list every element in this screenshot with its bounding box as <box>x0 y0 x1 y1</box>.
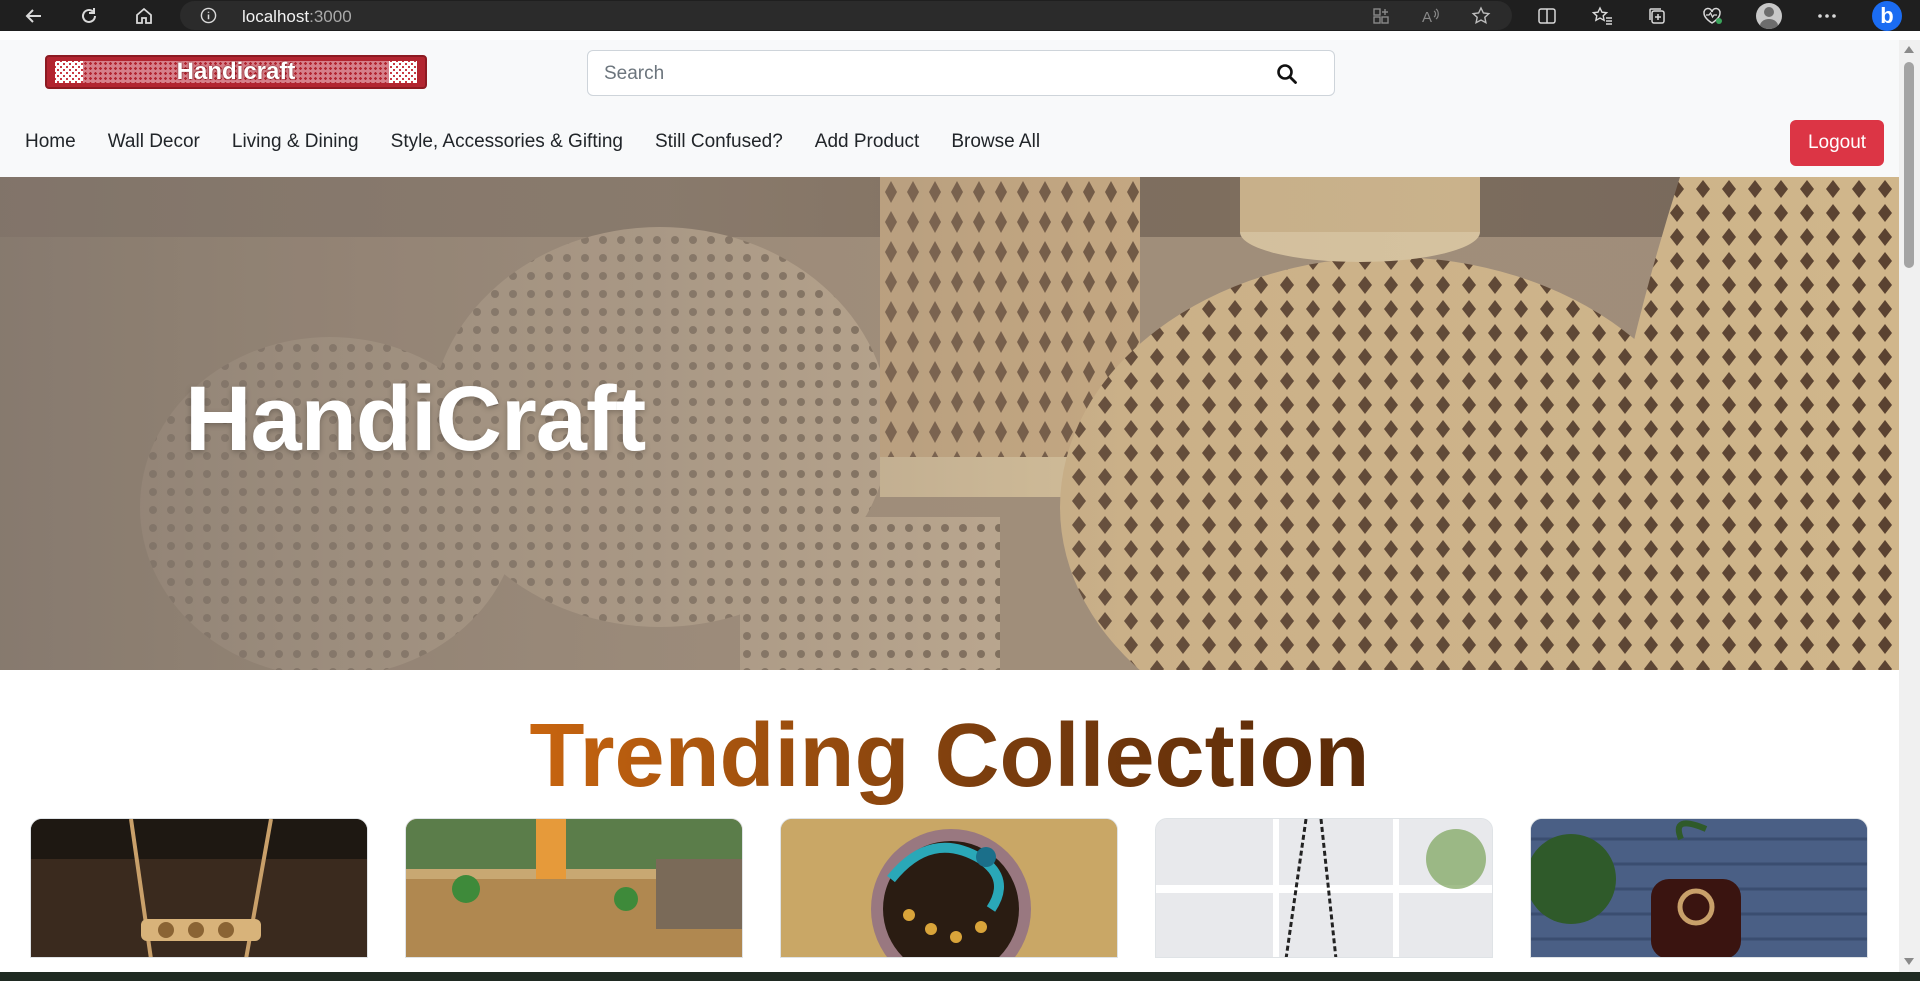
scrollbar-thumb[interactable] <box>1904 62 1914 268</box>
taskbar-edge <box>0 972 1920 981</box>
nav-wall-decor[interactable]: Wall Decor <box>108 131 200 153</box>
collections-icon[interactable] <box>1639 0 1675 31</box>
hero-title: HandiCraft <box>185 368 646 470</box>
product-card-5[interactable] <box>1530 818 1868 958</box>
svg-text:A: A <box>1422 9 1432 25</box>
address-bar[interactable]: localhost:3000 A <box>180 1 1512 30</box>
product-card-1[interactable] <box>30 818 368 958</box>
site-info-icon[interactable] <box>200 7 217 24</box>
trending-collection-heading: Trending Collection <box>529 706 1370 806</box>
app-available-icon[interactable] <box>1366 4 1396 28</box>
browser-toolbar: localhost:3000 A b <box>0 0 1920 31</box>
nav-home[interactable]: Home <box>25 131 76 153</box>
home-icon[interactable] <box>126 0 162 31</box>
nav-still-confused[interactable]: Still Confused? <box>655 131 783 153</box>
product-image <box>781 819 1117 957</box>
more-icon[interactable] <box>1809 0 1845 31</box>
product-card-2[interactable] <box>405 818 743 958</box>
logout-button[interactable]: Logout <box>1790 120 1884 166</box>
nav-style-accessories-gifting[interactable]: Style, Accessories & Gifting <box>391 131 623 153</box>
nav-living-dining[interactable]: Living & Dining <box>232 131 359 153</box>
split-screen-icon[interactable] <box>1529 0 1565 31</box>
product-card-4[interactable] <box>1155 818 1493 958</box>
back-icon[interactable] <box>16 0 52 31</box>
top-navbar: Handicraft Home Wall Decor Living & Dini… <box>0 40 1899 177</box>
favorite-star-icon[interactable] <box>1466 4 1496 28</box>
read-aloud-icon[interactable]: A <box>1416 4 1446 28</box>
logo-text: Handicraft <box>176 58 296 85</box>
vertical-scrollbar[interactable] <box>1899 40 1920 972</box>
favorites-icon[interactable] <box>1584 0 1620 31</box>
browser-essentials-icon[interactable] <box>1694 0 1730 31</box>
site-logo[interactable]: Handicraft <box>45 55 427 89</box>
scroll-down-arrow-icon[interactable] <box>1904 958 1914 965</box>
main-nav: Home Wall Decor Living & Dining Style, A… <box>25 131 1072 153</box>
profile-icon[interactable] <box>1756 3 1782 29</box>
scroll-up-arrow-icon[interactable] <box>1904 46 1914 53</box>
product-image <box>1531 819 1867 957</box>
trending-cards-row <box>0 818 1899 958</box>
product-image <box>406 819 742 957</box>
product-image <box>31 819 367 957</box>
nav-add-product[interactable]: Add Product <box>815 131 920 153</box>
search-icon[interactable] <box>1275 62 1299 86</box>
reload-icon[interactable] <box>71 0 107 31</box>
search-box <box>587 50 1335 96</box>
hero-banner: HandiCraft <box>0 177 1899 670</box>
url-text: localhost:3000 <box>242 7 352 26</box>
bing-copilot-icon[interactable]: b <box>1868 0 1906 31</box>
product-card-3[interactable] <box>780 818 1118 958</box>
product-image <box>1156 819 1492 957</box>
nav-browse-all[interactable]: Browse All <box>951 131 1040 153</box>
search-input[interactable] <box>602 59 1246 89</box>
